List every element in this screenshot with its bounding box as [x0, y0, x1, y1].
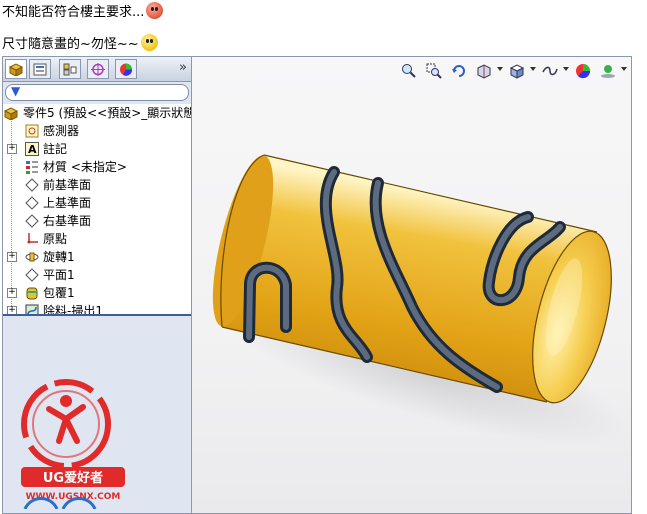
- configuration-manager-icon: [63, 63, 77, 76]
- tree-item-label: 除料-掃出1: [43, 304, 103, 314]
- tree-item-sensors[interactable]: 感測器: [3, 122, 191, 140]
- svg-text:A: A: [28, 143, 37, 156]
- tree-item-annotations[interactable]: + A 註記: [3, 140, 191, 158]
- tree-item-material[interactable]: 材質 <未指定>: [3, 158, 191, 176]
- feature-manager-pane: » ▼ 零件5 (預設<<預設>_顯示狀態 1 感測器 + A 註記 材質 <未: [3, 57, 192, 513]
- chevron-right-icon[interactable]: »: [179, 60, 187, 75]
- ug-logo: UG爱好者 WWW.UGSNX.COM: [11, 379, 131, 510]
- expand-icon[interactable]: +: [7, 288, 17, 298]
- tree-item-label: 前基準面: [43, 178, 92, 192]
- tree-filter-input[interactable]: ▼: [5, 84, 189, 101]
- plane-icon: [25, 268, 39, 282]
- part-icon: [3, 106, 19, 121]
- post-text-2: 尺寸隨意畫的~勿怪~~: [2, 37, 139, 52]
- graphics-viewport[interactable]: [192, 57, 631, 513]
- tree-item-label: 材質 <未指定>: [43, 160, 127, 174]
- sweep-cut-icon: [25, 304, 39, 314]
- tree-item-label: 感測器: [43, 124, 80, 138]
- feature-manager-icon: [8, 63, 24, 77]
- tab-display-manager[interactable]: [115, 59, 137, 79]
- tab-property-manager[interactable]: [29, 59, 51, 79]
- filter-row: ▼: [3, 83, 191, 101]
- tree-item-label: 上基準面: [43, 196, 92, 210]
- cad-window: » ▼ 零件5 (預設<<預設>_顯示狀態 1 感測器 + A 註記 材質 <未: [2, 56, 632, 514]
- filter-icon: ▼: [11, 84, 21, 98]
- revolve-icon: [25, 250, 39, 264]
- tree-item-right-plane[interactable]: 右基準面: [3, 212, 191, 230]
- tree-item-origin[interactable]: 原點: [3, 230, 191, 248]
- tree-item-sweep-cut1[interactable]: + 除料-掃出1: [3, 302, 191, 314]
- tab-feature-manager[interactable]: [5, 59, 27, 79]
- sensor-icon: [25, 124, 39, 138]
- tree-item-label: 零件5 (預設<<預設>_顯示狀態 1: [23, 106, 191, 120]
- logo-brand-text: UG爱好者: [43, 470, 103, 486]
- tree-item-part[interactable]: 零件5 (預設<<預設>_顯示狀態 1: [3, 104, 191, 122]
- pane-splitter[interactable]: [3, 314, 191, 316]
- tree-item-plane1[interactable]: 平面1: [3, 266, 191, 284]
- tree-item-label: 平面1: [43, 268, 75, 282]
- annotation-icon: A: [25, 142, 39, 156]
- expand-icon[interactable]: +: [7, 306, 17, 314]
- property-manager-icon: [33, 63, 47, 76]
- tab-configuration-manager[interactable]: [59, 59, 81, 79]
- thinking-emoji-icon: [140, 34, 158, 51]
- display-manager-icon: [119, 63, 133, 76]
- post-line-1: 不知能否符合樓主要求...: [2, 2, 164, 22]
- cylinder-model[interactable]: [192, 57, 631, 513]
- tab-dimxpert-manager[interactable]: [87, 59, 109, 79]
- tree-item-front-plane[interactable]: 前基準面: [3, 176, 191, 194]
- dimxpert-icon: [91, 63, 105, 76]
- tree-item-top-plane[interactable]: 上基準面: [3, 194, 191, 212]
- tree-item-wrap1[interactable]: + 包覆1: [3, 284, 191, 302]
- plane-icon: [25, 214, 39, 228]
- plane-icon: [25, 178, 39, 192]
- tree-item-label: 包覆1: [43, 286, 75, 300]
- feature-tree: 零件5 (預設<<預設>_顯示狀態 1 感測器 + A 註記 材質 <未指定> …: [3, 104, 191, 314]
- tree-item-label: 右基準面: [43, 214, 92, 228]
- angry-emoji-icon: [146, 2, 164, 19]
- post-text-1: 不知能否符合樓主要求...: [2, 5, 145, 20]
- wrap-icon: [25, 286, 39, 300]
- material-icon: [25, 160, 39, 174]
- manager-tab-strip: »: [3, 57, 191, 82]
- tree-item-label: 原點: [43, 232, 68, 246]
- expand-icon[interactable]: +: [7, 144, 17, 154]
- expand-icon[interactable]: +: [7, 252, 17, 262]
- origin-icon: [25, 232, 39, 246]
- tree-item-label: 旋轉1: [43, 250, 75, 264]
- plane-icon: [25, 196, 39, 210]
- post-line-2: 尺寸隨意畫的~勿怪~~: [2, 34, 158, 54]
- tree-item-revolve1[interactable]: + 旋轉1: [3, 248, 191, 266]
- tree-item-label: 註記: [43, 142, 68, 156]
